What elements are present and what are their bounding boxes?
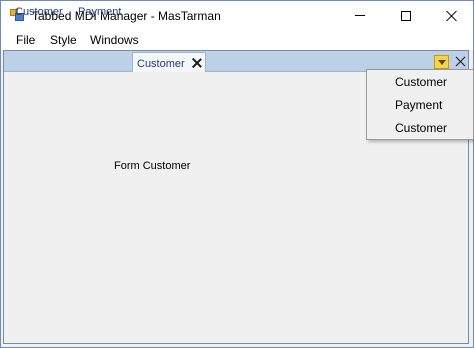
close-button[interactable]	[429, 1, 474, 30]
close-all-tabs-icon[interactable]	[455, 56, 466, 67]
tab-customer-1[interactable]: Customer	[15, 1, 63, 21]
menu-style[interactable]: Style	[50, 33, 77, 47]
tab-label: Payment	[78, 6, 122, 18]
tab-list-item-customer-2[interactable]: Customer	[395, 121, 447, 135]
title-bar[interactable]: Tabbed MDI Manager - MasTarman	[1, 1, 473, 30]
close-icon	[446, 10, 458, 22]
tab-list-item-payment[interactable]: Payment	[395, 98, 442, 112]
maximize-icon	[401, 10, 411, 21]
form-label: Form Customer	[114, 160, 191, 172]
minimize-icon	[355, 15, 365, 16]
chevron-down-icon	[437, 60, 446, 65]
tab-customer-2-active[interactable]: Customer	[132, 52, 206, 72]
menu-windows[interactable]: Windows	[90, 33, 139, 47]
tab-list-dropdown-button[interactable]	[434, 55, 449, 69]
minimize-button[interactable]	[337, 1, 383, 30]
menu-file[interactable]: File	[16, 33, 35, 47]
menu-bar: File Style Windows	[1, 30, 473, 50]
tab-payment[interactable]: Payment	[78, 1, 121, 21]
tab-list-item-customer-1[interactable]: Customer	[395, 75, 447, 89]
tab-label: Customer	[137, 58, 185, 70]
tab-list-menu: Customer Payment Customer	[366, 69, 474, 140]
maximize-button[interactable]	[383, 1, 429, 30]
tab-close-icon[interactable]	[192, 58, 202, 68]
tab-label: Customer	[15, 6, 63, 18]
